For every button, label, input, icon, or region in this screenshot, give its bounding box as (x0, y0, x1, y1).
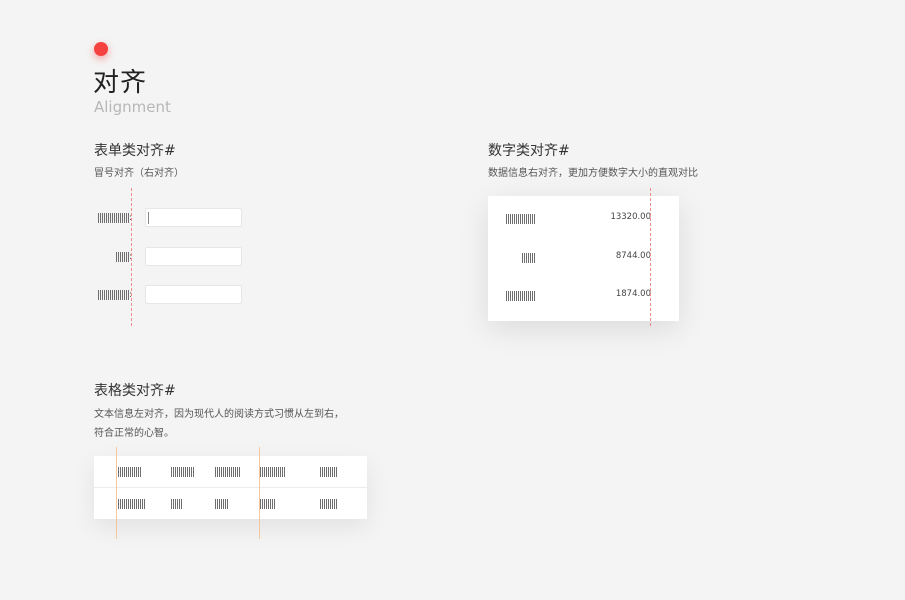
colon: : (128, 213, 132, 223)
number-value: 1874.00 (615, 289, 651, 299)
table-cell (260, 499, 275, 509)
label-placeholder (97, 213, 129, 223)
table-cell (215, 499, 228, 509)
number-value: 8744.00 (615, 251, 651, 261)
form-row: : (94, 285, 244, 305)
number-section-desc: 数据信息右对齐，更加方便数字大小的直观对比 (488, 168, 698, 179)
sample-table (94, 456, 367, 519)
right-align-guide-line (650, 188, 651, 326)
form-section-title: 表单类对齐# (94, 143, 176, 159)
table-cell (116, 499, 146, 509)
form-label: : (115, 252, 132, 262)
table-section-desc-1: 文本信息左对齐，因为现代人的阅读方式习惯从左到右， (94, 409, 344, 420)
table-row (94, 456, 367, 488)
form-row: : (94, 208, 244, 228)
table-cell (260, 467, 285, 477)
form-label: : (97, 213, 132, 223)
table-row (94, 488, 367, 519)
form-label: : (97, 290, 132, 300)
label-placeholder (506, 214, 536, 224)
label-placeholder (506, 291, 536, 301)
table-cell (320, 499, 337, 509)
form-row: : (94, 247, 244, 267)
table-cell (320, 467, 337, 477)
text-caret (148, 212, 149, 224)
table-section-desc-2: 符合正常的心智。 (94, 428, 174, 439)
form-input[interactable] (145, 208, 242, 227)
form-input[interactable] (145, 247, 242, 266)
number-section-title: 数字类对齐# (488, 143, 570, 159)
page-subtitle: Alignment (94, 98, 171, 116)
table-cell (116, 467, 142, 477)
form-section-desc: 冒号对齐（右对齐） (94, 168, 184, 179)
accent-dot (94, 42, 108, 56)
colon: : (128, 290, 132, 300)
left-align-guide-line (116, 447, 117, 539)
number-value: 13320.00 (610, 212, 651, 222)
label-placeholder (522, 253, 535, 263)
label-placeholder (97, 290, 129, 300)
left-align-guide-line (259, 447, 260, 539)
colon: : (128, 252, 132, 262)
table-cell (215, 467, 241, 477)
table-cell (171, 467, 195, 477)
form-input[interactable] (145, 285, 242, 304)
table-section-title: 表格类对齐# (94, 383, 176, 399)
label-placeholder (115, 252, 129, 262)
page-title: 对齐 (93, 68, 148, 98)
table-cell (171, 499, 183, 509)
